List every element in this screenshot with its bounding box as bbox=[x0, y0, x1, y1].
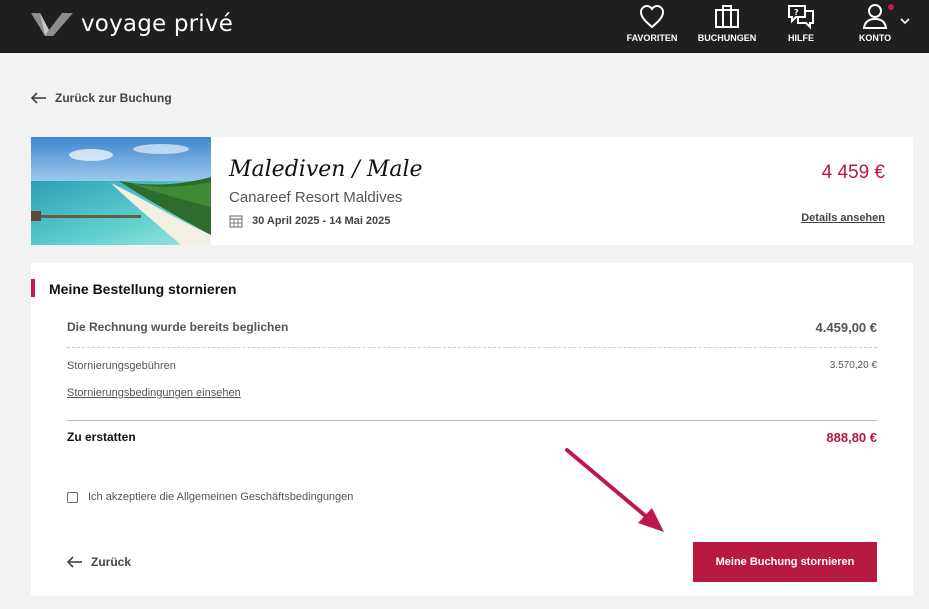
nav-buchungen-label: BUCHUNGEN bbox=[697, 33, 757, 43]
section-accent-bar bbox=[31, 279, 35, 297]
nav-hilfe-label: HILFE bbox=[788, 33, 814, 43]
destination-photo bbox=[31, 137, 211, 245]
terms-label: Ich akzeptiere die Allgemeinen Geschäfts… bbox=[88, 491, 354, 503]
notification-dot bbox=[888, 4, 894, 10]
nav-konto[interactable]: KONTO bbox=[840, 3, 910, 49]
booking-price: 4 459 € bbox=[821, 162, 885, 183]
top-navigation-bar: voyage privé FAVORITEN BUCHUNGEN ? HILFE bbox=[0, 0, 929, 53]
logo-chevron-icon bbox=[31, 13, 73, 36]
details-link[interactable]: Details ansehen bbox=[801, 212, 885, 224]
cancellation-conditions-link[interactable]: Stornierungsbedingungen einsehen bbox=[67, 387, 241, 399]
solid-divider bbox=[67, 420, 877, 421]
heart-icon bbox=[639, 4, 665, 29]
paid-label: Die Rechnung wurde bereits beglichen bbox=[67, 320, 289, 334]
booking-summary-card: Malediven / Male Canareef Resort Maldive… bbox=[31, 137, 913, 245]
back-to-booking-link[interactable]: Zurück zur Buchung bbox=[31, 91, 172, 105]
cancellation-title: Meine Bestellung stornieren bbox=[49, 281, 237, 297]
back-button-label: Zurück bbox=[91, 555, 132, 569]
arrow-left-icon bbox=[31, 92, 46, 104]
user-icon bbox=[862, 4, 888, 29]
refund-amount: 888,80 € bbox=[826, 430, 877, 445]
logo-text: voyage privé bbox=[81, 11, 234, 37]
travel-dates: 30 April 2025 - 14 Mai 2025 bbox=[229, 214, 390, 228]
hotel-name: Canareef Resort Maldives bbox=[229, 189, 403, 206]
nav-hilfe[interactable]: ? HILFE bbox=[766, 3, 836, 49]
terms-acceptance[interactable]: Ich akzeptiere die Allgemeinen Geschäfts… bbox=[67, 491, 353, 503]
travel-dates-label: 30 April 2025 - 14 Mai 2025 bbox=[252, 215, 391, 227]
fees-label: Stornierungsgebühren bbox=[67, 360, 176, 372]
nav-konto-label: KONTO bbox=[858, 33, 892, 43]
calendar-icon bbox=[229, 215, 243, 228]
chat-icon: ? bbox=[788, 5, 814, 30]
refund-label: Zu erstatten bbox=[67, 430, 136, 444]
nav-buchungen[interactable]: BUCHUNGEN bbox=[692, 3, 762, 49]
cancel-booking-button[interactable]: Meine Buchung stornieren bbox=[693, 542, 877, 582]
svg-text:?: ? bbox=[794, 8, 799, 17]
cancellation-card: Meine Bestellung stornieren Die Rechnung… bbox=[31, 263, 913, 596]
arrow-left-icon bbox=[67, 556, 82, 568]
chevron-down-icon[interactable] bbox=[900, 17, 910, 25]
nav-favoriten-label: FAVORITEN bbox=[626, 33, 678, 43]
suitcase-icon bbox=[715, 5, 739, 28]
dashed-divider bbox=[67, 347, 877, 348]
paid-amount: 4.459,00 € bbox=[815, 320, 877, 335]
terms-checkbox[interactable] bbox=[67, 491, 78, 503]
back-to-booking-label: Zurück zur Buchung bbox=[55, 91, 172, 105]
back-button[interactable]: Zurück bbox=[67, 555, 131, 569]
fees-amount: 3.570,20 € bbox=[829, 360, 877, 371]
voyage-prive-logo[interactable]: voyage privé bbox=[31, 10, 233, 38]
nav-favoriten[interactable]: FAVORITEN bbox=[617, 3, 687, 49]
destination-title: Malediven / Male bbox=[229, 157, 423, 182]
